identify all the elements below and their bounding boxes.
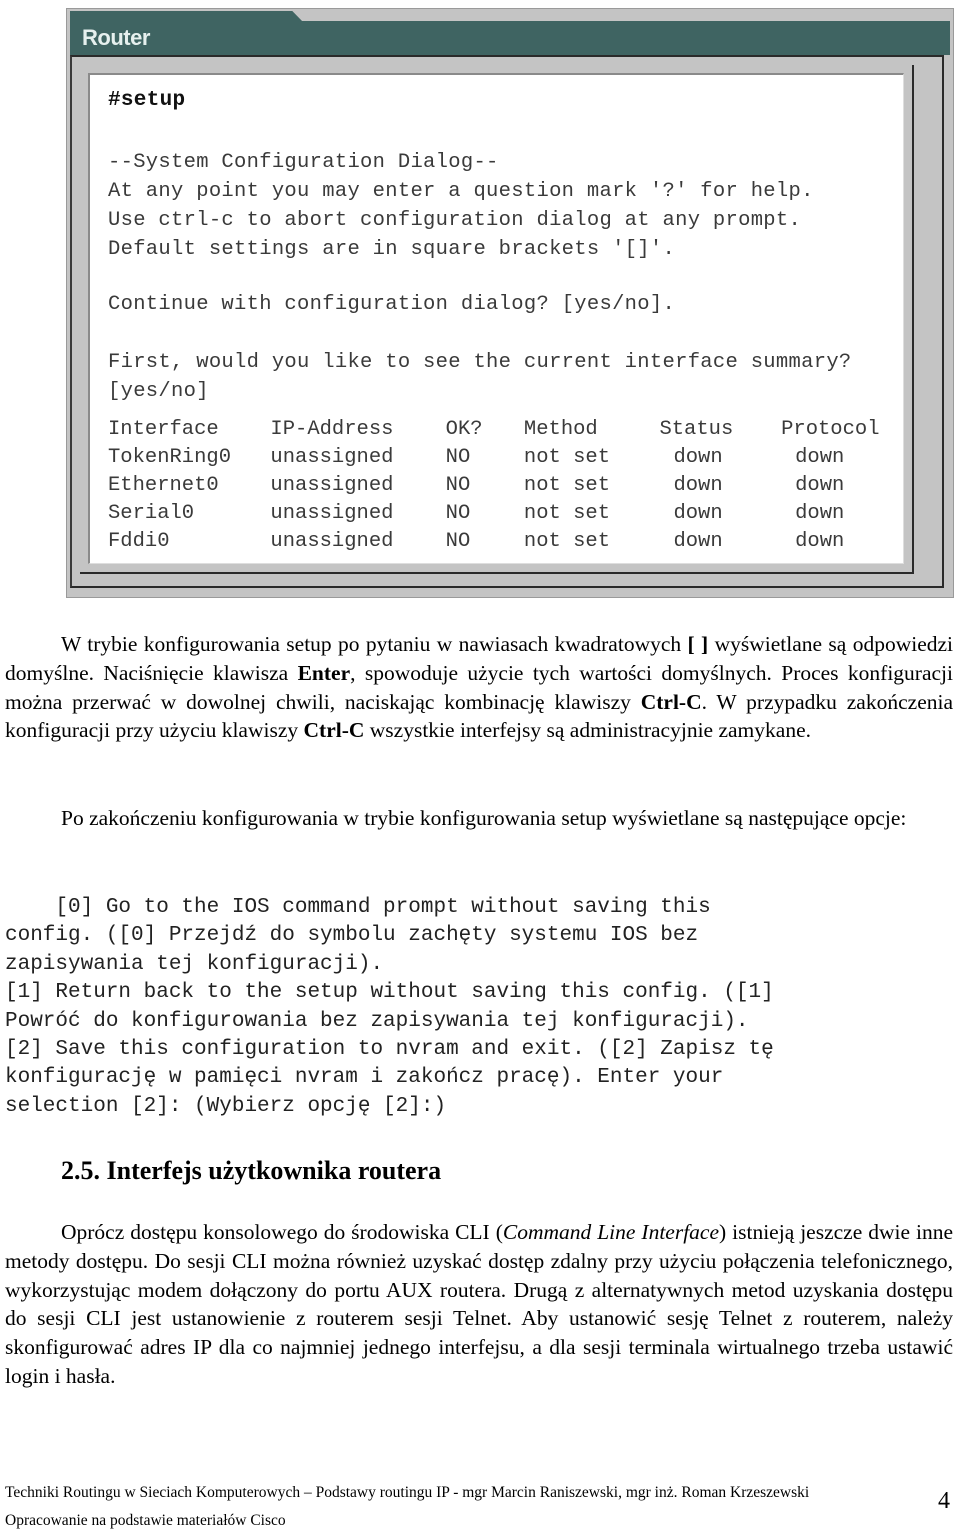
column-header: Method <box>523 417 598 441</box>
column-header: OK? <box>445 417 483 441</box>
table-cell: down <box>795 473 845 497</box>
table-row: TokenRing0 unassigned NO not set down down <box>108 443 903 471</box>
section-heading: 2.5. Interfejs użytkownika routera <box>61 1156 442 1185</box>
table-cell: NO <box>445 501 471 525</box>
summary-prompt: First, would you like to see the current… <box>108 351 852 374</box>
option-line: config. ([0] Przejdź do symbolu zachęty … <box>5 924 699 948</box>
router-inner-panel: #setup --System Configuration Dialog-- A… <box>80 65 914 574</box>
table-cell: not set <box>523 473 611 497</box>
table-cell: NO <box>445 445 471 469</box>
table-cell: down <box>673 529 723 553</box>
bold-text: Enter <box>297 660 351 685</box>
paragraph-cli-access: Oprócz dostępu konsolowego do środowiska… <box>5 1218 953 1391</box>
option-line: konfigurację w pamięci nvram i zakończ p… <box>5 1066 724 1090</box>
table-row: Ethernet0 unassigned NO not set down down <box>108 471 903 499</box>
bold-text: Ctrl-C <box>640 689 702 714</box>
table-cell: down <box>673 501 723 525</box>
column-header: Status <box>659 417 734 441</box>
table-cell: not set <box>523 529 611 553</box>
paragraph-setup-defaults: W trybie konfigurowania setup po pytaniu… <box>5 630 953 745</box>
table-header-row: Interface IP-Address OK? Method Status P… <box>108 415 903 443</box>
option-line: selection [2]: (Wybierz opcję [2]:) <box>5 1094 447 1118</box>
dialog-line: --System Configuration Dialog-- <box>108 151 499 174</box>
table-cell: unassigned <box>270 445 394 469</box>
page-number: 4 <box>938 1488 950 1514</box>
continue-prompt: Continue with configuration dialog? [yes… <box>108 293 676 316</box>
table-cell: TokenRing0 <box>108 445 232 469</box>
dialog-line: Use ctrl-c to abort configuration dialog… <box>108 209 802 232</box>
interface-summary-table: Interface IP-Address OK? Method Status P… <box>108 415 903 555</box>
router-titlebar: Router <box>70 21 950 55</box>
table-cell: Fddi0 <box>108 529 170 553</box>
footer-title: Techniki Routingu w Sieciach Komputerowy… <box>5 1484 810 1501</box>
table-cell: not set <box>523 501 611 525</box>
table-cell: down <box>673 473 723 497</box>
table-cell: Serial0 <box>108 501 195 525</box>
option-line: [2] Save this configuration to nvram and… <box>5 1038 774 1062</box>
summary-prompt-options: [yes/no] <box>108 380 209 403</box>
table-cell: unassigned <box>270 473 394 497</box>
footer-source: Opracowanie na podstawie materiałów Cisc… <box>5 1512 286 1529</box>
table-cell: NO <box>445 473 471 497</box>
dialog-line: At any point you may enter a question ma… <box>108 180 814 203</box>
option-line: [0] Go to the IOS command prompt without… <box>5 896 711 919</box>
router-window-title: Router <box>82 25 150 50</box>
table-row: Fddi0 unassigned NO not set down down <box>108 527 903 555</box>
table-cell: NO <box>445 529 471 553</box>
column-header: Interface <box>108 417 219 441</box>
table-cell: unassigned <box>270 501 394 525</box>
option-line: zapisywania tej konfiguracji). <box>5 952 384 976</box>
setup-options-block: [0] Go to the IOS command prompt without… <box>5 894 945 1121</box>
terminal-command: #setup <box>108 89 186 112</box>
table-cell: unassigned <box>270 529 394 553</box>
table-row: Serial0 unassigned NO not set down down <box>108 499 903 527</box>
table-cell: down <box>673 445 723 469</box>
bold-text: Ctrl-C <box>303 718 365 743</box>
table-cell: down <box>795 501 845 525</box>
bold-text: [ ] <box>687 632 709 656</box>
text: Oprócz dostępu konsolowego do środowiska… <box>61 1220 503 1244</box>
router-outer-panel: #setup --System Configuration Dialog-- A… <box>70 55 944 588</box>
table-cell: Ethernet0 <box>108 473 219 497</box>
paragraph-options-intro: Po zakończeniu konfigurowania w trybie k… <box>5 804 953 833</box>
dialog-line: Default settings are in square brackets … <box>108 238 676 261</box>
table-cell: not set <box>523 445 611 469</box>
terminal-screen: #setup --System Configuration Dialog-- A… <box>88 73 904 564</box>
column-header: IP-Address <box>270 417 394 441</box>
text: Po zakończeniu konfigurowania w trybie k… <box>61 806 907 830</box>
option-line: [1] Return back to the setup without sav… <box>5 981 774 1005</box>
option-line: Powróć do konfigurowania bez zapisywania… <box>5 1009 749 1033</box>
router-console-figure: Router #setup --System Configuration Dia… <box>66 8 954 598</box>
column-header: Protocol <box>781 417 880 441</box>
italic-text: Command Line Interface <box>502 1220 720 1244</box>
text: ) istnieją jeszcze dwie inne metody dost… <box>5 1220 954 1388</box>
table-cell: down <box>795 529 845 553</box>
text: W trybie konfigurowania setup po pytaniu… <box>61 632 688 656</box>
text: wszystkie interfejsy są administracyjnie… <box>364 718 811 743</box>
table-cell: down <box>795 445 845 469</box>
